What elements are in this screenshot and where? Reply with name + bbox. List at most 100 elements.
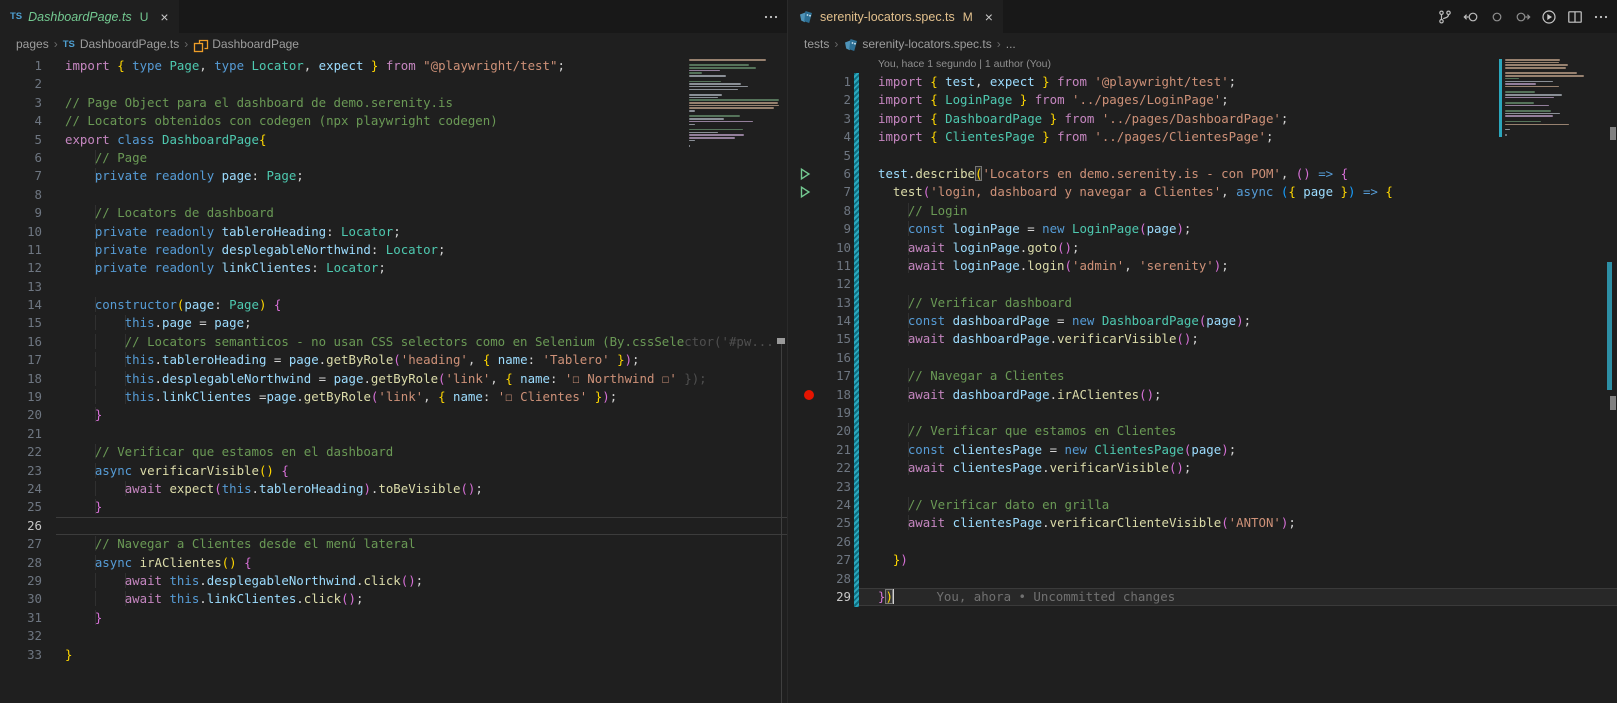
line-number[interactable]: 26 xyxy=(788,533,851,551)
line-number[interactable]: 23 xyxy=(0,462,42,480)
code-token: private xyxy=(94,223,155,239)
line-number[interactable]: 10 xyxy=(788,239,851,257)
line-number[interactable]: 15 xyxy=(788,330,851,348)
line-number[interactable]: 17 xyxy=(788,367,851,385)
line-number[interactable]: 28 xyxy=(0,554,42,572)
line-number[interactable]: 13 xyxy=(788,294,851,312)
line-number[interactable]: 16 xyxy=(0,333,42,351)
code-token: () xyxy=(258,462,274,478)
line-number[interactable]: 18 xyxy=(0,370,42,388)
line-number[interactable]: 18 xyxy=(788,386,851,404)
tab-serenity-locators-spec[interactable]: serenity-locators.spec.ts M × xyxy=(788,0,1003,33)
line-number[interactable]: 2 xyxy=(0,75,42,93)
code-token: ; xyxy=(1243,313,1252,329)
breadcrumb-item[interactable]: DashboardPage xyxy=(212,37,299,51)
line-number[interactable]: 21 xyxy=(788,441,851,459)
line-number[interactable]: 20 xyxy=(0,406,42,424)
line-number[interactable]: 1 xyxy=(0,57,42,75)
line-number[interactable]: 17 xyxy=(0,351,42,369)
change-icon[interactable] xyxy=(1489,9,1505,25)
breadcrumb-item[interactable]: pages xyxy=(16,37,49,51)
line-number[interactable]: 16 xyxy=(788,349,851,367)
breadcrumb-item[interactable]: DashboardPage.ts xyxy=(80,37,179,51)
line-number[interactable]: 15 xyxy=(0,314,42,332)
line-number[interactable]: 12 xyxy=(788,275,851,293)
breadcrumb-item[interactable]: serenity-locators.spec.ts xyxy=(862,37,991,51)
code-token: getByRole xyxy=(370,370,439,386)
split-editor-icon[interactable] xyxy=(1567,9,1583,25)
code-token: = xyxy=(1049,313,1072,329)
line-number[interactable]: 25 xyxy=(0,498,42,516)
line-number[interactable]: 10 xyxy=(0,223,42,241)
line-number[interactable]: 21 xyxy=(0,425,42,443)
next-change-icon[interactable] xyxy=(1515,9,1531,25)
breakpoint-icon[interactable] xyxy=(804,389,814,400)
line-number[interactable]: 22 xyxy=(0,443,42,461)
run-tests-icon[interactable] xyxy=(1541,9,1557,25)
minimap-left[interactable] xyxy=(689,59,779,148)
line-number[interactable]: 20 xyxy=(788,422,851,440)
line-number[interactable]: 5 xyxy=(0,131,42,149)
code-text: // Verificar dashboard xyxy=(851,294,1617,312)
line-number[interactable]: 6 xyxy=(0,149,42,167)
line-number[interactable]: 9 xyxy=(0,204,42,222)
line-number[interactable]: 8 xyxy=(0,186,42,204)
indent-guide xyxy=(94,591,126,607)
line-number[interactable]: 1 xyxy=(788,73,851,91)
line-number[interactable]: 19 xyxy=(788,404,851,422)
line-number[interactable]: 30 xyxy=(0,590,42,608)
code-token: } xyxy=(94,609,103,625)
breadcrumb-item[interactable]: tests xyxy=(804,37,829,51)
line-number[interactable]: 4 xyxy=(0,112,42,130)
line-number[interactable]: 11 xyxy=(0,241,42,259)
line-number[interactable]: 3 xyxy=(0,94,42,112)
codelens-blame[interactable]: You, hace 1 segundo | 1 author (You) xyxy=(788,57,1617,73)
code-editor-right[interactable]: You, hace 1 segundo | 1 author (You) 1 imp… xyxy=(788,55,1617,703)
line-number[interactable]: 29 xyxy=(0,572,42,590)
line-number[interactable]: 14 xyxy=(788,312,851,330)
line-number[interactable]: 23 xyxy=(788,478,851,496)
line-number[interactable]: 29 xyxy=(788,588,851,606)
line-number[interactable]: 33 xyxy=(0,646,42,664)
code-editor-left[interactable]: 1 import { type Page, type Locator, expec… xyxy=(0,55,787,703)
more-actions-icon[interactable] xyxy=(1593,9,1609,25)
previous-change-icon[interactable] xyxy=(1463,9,1479,25)
line-number[interactable]: 25 xyxy=(788,514,851,532)
line-number[interactable]: 14 xyxy=(0,296,42,314)
line-number[interactable]: 13 xyxy=(0,278,42,296)
close-icon[interactable]: × xyxy=(985,10,993,24)
line-number[interactable]: 2 xyxy=(788,91,851,109)
code-token: ; xyxy=(1221,92,1229,108)
indent-guide xyxy=(94,315,126,331)
line-number[interactable]: 11 xyxy=(788,257,851,275)
line-number[interactable]: 31 xyxy=(0,609,42,627)
line-number[interactable]: 9 xyxy=(788,220,851,238)
more-actions-icon[interactable] xyxy=(763,9,779,25)
line-number[interactable]: 32 xyxy=(0,627,42,645)
line-number[interactable]: 24 xyxy=(788,496,851,514)
code-token: } xyxy=(1042,129,1050,145)
line-number[interactable]: 8 xyxy=(788,202,851,220)
line-number[interactable]: 22 xyxy=(788,459,851,477)
line-number[interactable]: 12 xyxy=(0,259,42,277)
minimap-right[interactable] xyxy=(1499,59,1599,138)
line-number[interactable]: 3 xyxy=(788,110,851,128)
line-number[interactable]: 5 xyxy=(788,147,851,165)
line-number[interactable]: 7 xyxy=(0,167,42,185)
line-number[interactable]: 28 xyxy=(788,570,851,588)
line-number[interactable]: 27 xyxy=(788,551,851,569)
breadcrumb-item[interactable]: ... xyxy=(1006,37,1016,51)
line-number[interactable]: 27 xyxy=(0,535,42,553)
overview-ruler[interactable] xyxy=(1605,55,1617,703)
source-control-graph-icon[interactable] xyxy=(1437,9,1453,25)
run-test-icon[interactable] xyxy=(798,185,812,199)
line-number[interactable]: 4 xyxy=(788,128,851,146)
line-number[interactable]: 24 xyxy=(0,480,42,498)
code-token: from xyxy=(385,58,424,73)
tab-dashboardpage[interactable]: TS DashboardPage.ts U × xyxy=(0,0,179,33)
run-test-icon[interactable] xyxy=(798,167,812,181)
line-number[interactable]: 19 xyxy=(0,388,42,406)
line-number[interactable]: 26 xyxy=(0,517,42,535)
close-icon[interactable]: × xyxy=(160,10,168,24)
